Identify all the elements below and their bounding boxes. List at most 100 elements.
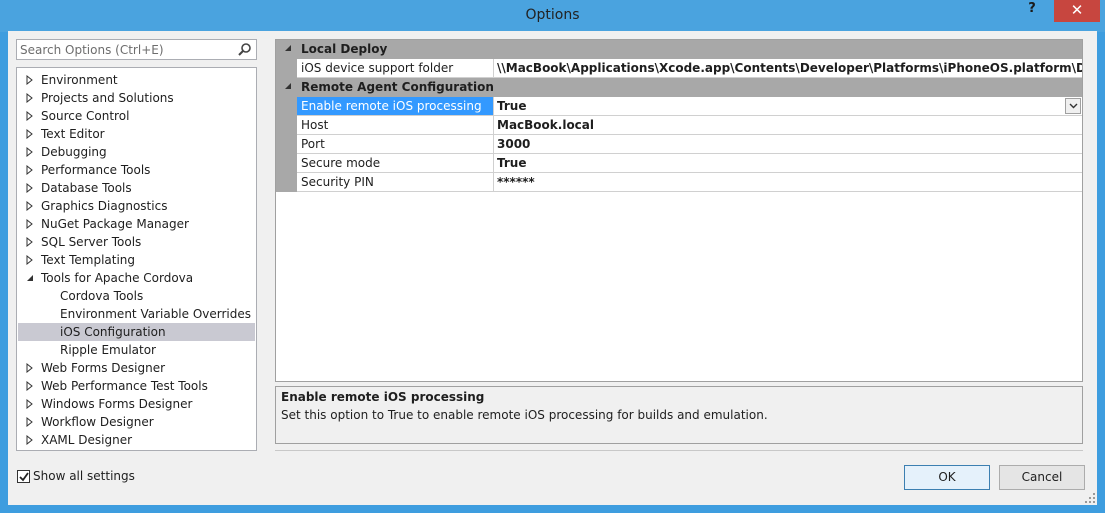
property-value[interactable]: MacBook.local: [494, 116, 1082, 135]
collapsed-arrow-icon[interactable]: [25, 147, 35, 157]
tree-item[interactable]: Projects and Solutions: [18, 89, 255, 107]
tree-item-label: Windows Forms Designer: [41, 397, 193, 411]
category-label: Remote Agent Configuration: [301, 80, 494, 94]
collapse-arrow-icon[interactable]: [284, 82, 293, 91]
collapsed-arrow-icon[interactable]: [25, 75, 35, 85]
options-tree[interactable]: Environment Projects and Solutions Source …: [16, 67, 257, 451]
tree-item[interactable]: Ripple Emulator: [18, 341, 255, 359]
tree-item-label: Performance Tools: [41, 163, 151, 177]
tree-item[interactable]: Database Tools: [18, 179, 255, 197]
property-name[interactable]: Secure mode: [297, 154, 494, 173]
tree-item[interactable]: Graphics Diagnostics: [18, 197, 255, 215]
property-row[interactable]: Security PIN ******: [276, 173, 1082, 192]
tree-item-label: Text Editor: [41, 127, 105, 141]
search-input[interactable]: [20, 42, 230, 57]
property-row[interactable]: Host MacBook.local: [276, 116, 1082, 135]
property-name[interactable]: Security PIN: [297, 173, 494, 192]
description-pane: Enable remote iOS processing Set this op…: [275, 386, 1083, 444]
tree-item[interactable]: XAML Designer: [18, 431, 255, 449]
tree-item-label: iOS Configuration: [60, 325, 166, 339]
search-icon[interactable]: [237, 42, 252, 57]
tree-item-label: Ripple Emulator: [60, 343, 156, 357]
collapsed-arrow-icon[interactable]: [25, 201, 35, 211]
property-value[interactable]: ******: [494, 173, 1082, 192]
expanded-arrow-icon[interactable]: [25, 273, 35, 283]
cancel-button[interactable]: Cancel: [999, 465, 1085, 490]
title-bar[interactable]: Options ? ✕: [0, 0, 1105, 32]
collapse-arrow-icon[interactable]: [284, 44, 293, 53]
options-window: Options ? ✕ Environment Projects and Solu…: [0, 0, 1105, 513]
property-name[interactable]: Host: [297, 116, 494, 135]
help-button[interactable]: ?: [1019, 0, 1045, 22]
resize-grip-icon[interactable]: [1085, 493, 1095, 503]
tree-item[interactable]: Web Performance Test Tools: [18, 377, 255, 395]
property-value-text: True: [497, 156, 527, 170]
tree-item-label: NuGet Package Manager: [41, 217, 189, 231]
tree-item-label: Web Performance Test Tools: [41, 379, 208, 393]
show-all-settings-checkbox[interactable]: [17, 470, 30, 483]
collapsed-arrow-icon[interactable]: [25, 165, 35, 175]
property-row[interactable]: Enable remote iOS processing True: [276, 97, 1082, 116]
tree-item-label: Cordova Tools: [60, 289, 144, 303]
collapsed-arrow-icon[interactable]: [25, 219, 35, 229]
tree-item[interactable]: Text Editor: [18, 125, 255, 143]
collapsed-arrow-icon[interactable]: [25, 435, 35, 445]
collapsed-arrow-icon[interactable]: [25, 111, 35, 121]
tree-item-label: XAML Designer: [41, 433, 133, 447]
collapsed-arrow-icon[interactable]: [25, 255, 35, 265]
property-value[interactable]: True: [494, 154, 1082, 173]
tree-item[interactable]: Tools for Apache Cordova: [18, 269, 255, 287]
property-row[interactable]: Secure mode True: [276, 154, 1082, 173]
tree-item[interactable]: Source Control: [18, 107, 255, 125]
tree-item-label: Debugging: [41, 145, 107, 159]
collapsed-arrow-icon[interactable]: [25, 129, 35, 139]
tree-item[interactable]: Debugging: [18, 143, 255, 161]
property-grid[interactable]: Local Deploy iOS device support folder \\M…: [275, 39, 1083, 382]
search-box[interactable]: [16, 39, 257, 60]
category-header[interactable]: Local Deploy: [276, 40, 1082, 59]
tree-item[interactable]: NuGet Package Manager: [18, 215, 255, 233]
property-value-text: True: [497, 99, 527, 113]
tree-item-label: Source Control: [41, 109, 130, 123]
tree-item-label: Text Templating: [41, 253, 136, 267]
checkmark-icon: [19, 472, 29, 482]
collapsed-arrow-icon[interactable]: [25, 381, 35, 391]
property-row[interactable]: Port 3000: [276, 135, 1082, 154]
tree-item[interactable]: Environment: [18, 71, 255, 89]
ok-button[interactable]: OK: [904, 465, 990, 490]
dropdown-button[interactable]: [1065, 98, 1081, 114]
collapsed-arrow-icon[interactable]: [25, 237, 35, 247]
property-value-text: MacBook.local: [497, 118, 595, 132]
property-value[interactable]: 3000: [494, 135, 1082, 154]
collapsed-arrow-icon[interactable]: [25, 417, 35, 427]
close-button[interactable]: ✕: [1054, 0, 1100, 22]
tree-item[interactable]: Workflow Designer: [18, 413, 255, 431]
collapsed-arrow-icon[interactable]: [25, 93, 35, 103]
tree-item[interactable]: iOS Configuration: [18, 323, 255, 341]
tree-item[interactable]: Cordova Tools: [18, 287, 255, 305]
property-name[interactable]: Port: [297, 135, 494, 154]
category-header[interactable]: Remote Agent Configuration: [276, 78, 1082, 97]
show-all-settings-label[interactable]: Show all settings: [33, 469, 135, 483]
tree-item[interactable]: Windows Forms Designer: [18, 395, 255, 413]
property-name[interactable]: Enable remote iOS processing: [297, 97, 494, 116]
collapsed-arrow-icon[interactable]: [25, 363, 35, 373]
property-value[interactable]: True: [494, 97, 1082, 116]
collapsed-arrow-icon[interactable]: [25, 399, 35, 409]
tree-item[interactable]: Performance Tools: [18, 161, 255, 179]
property-value-text: ******: [497, 175, 535, 189]
property-row[interactable]: iOS device support folder \\MacBook\Appli…: [276, 59, 1082, 78]
tree-item[interactable]: Web Forms Designer: [18, 359, 255, 377]
description-title: Enable remote iOS processing: [281, 390, 485, 404]
property-value[interactable]: \\MacBook\Applications\Xcode.app\Content…: [494, 59, 1082, 78]
tree-item-label: Environment: [41, 73, 118, 87]
collapsed-arrow-icon[interactable]: [25, 183, 35, 193]
row-gutter: [276, 116, 297, 135]
property-value-text: 3000: [497, 137, 531, 151]
row-gutter: [276, 173, 297, 192]
property-name[interactable]: iOS device support folder: [297, 59, 494, 78]
tree-item-label: Environment Variable Overrides: [60, 307, 252, 321]
tree-item[interactable]: Environment Variable Overrides: [18, 305, 255, 323]
tree-item[interactable]: Text Templating: [18, 251, 255, 269]
tree-item[interactable]: SQL Server Tools: [18, 233, 255, 251]
